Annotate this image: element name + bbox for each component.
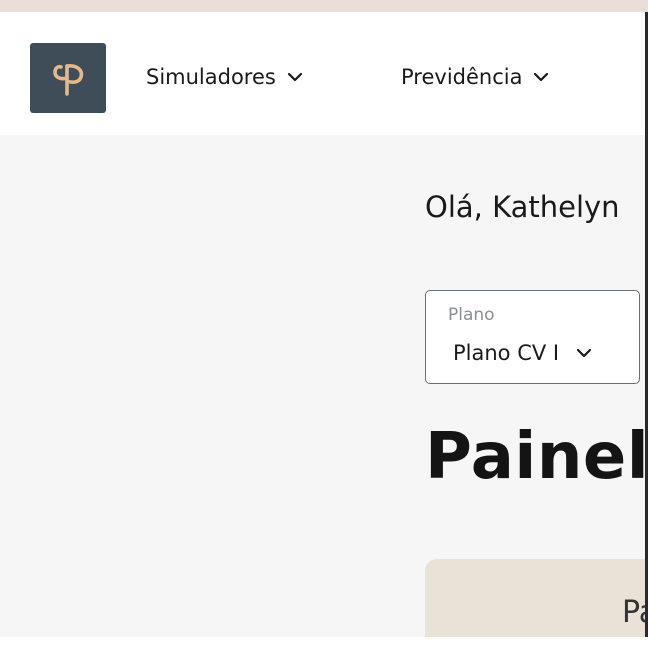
- page-title: Painel: [425, 420, 648, 494]
- top-border-strip: [0, 0, 648, 12]
- nav-simuladores-label: Simuladores: [146, 65, 276, 89]
- plan-select-label: Plano: [448, 305, 495, 325]
- plan-select[interactable]: Plano Plano CV I: [425, 290, 640, 384]
- chevron-down-icon: [534, 72, 549, 82]
- nav-previdencia[interactable]: Previdência: [401, 63, 550, 91]
- plan-select-value: Plano CV I: [453, 341, 560, 365]
- browser-viewport: Simuladores Previdência Olá, Kathelyn Pl…: [0, 0, 648, 648]
- greeting-text: Olá, Kathelyn: [425, 190, 620, 224]
- bottom-border: [0, 637, 648, 648]
- top-spacer: [0, 12, 648, 22]
- logo-link[interactable]: [30, 43, 106, 113]
- site-header: Simuladores Previdência: [0, 22, 648, 135]
- summary-card: Pa: [425, 559, 648, 648]
- nav-previdencia-label: Previdência: [401, 65, 523, 89]
- leaf-sprout-icon: [53, 64, 84, 96]
- chevron-down-icon: [577, 348, 592, 358]
- nav-simuladores[interactable]: Simuladores: [146, 63, 304, 91]
- chevron-down-icon: [287, 72, 302, 82]
- main-content: Olá, Kathelyn Plano Plano CV I Painel Pa: [0, 135, 648, 648]
- plan-select-value-row: Plano CV I: [453, 341, 593, 365]
